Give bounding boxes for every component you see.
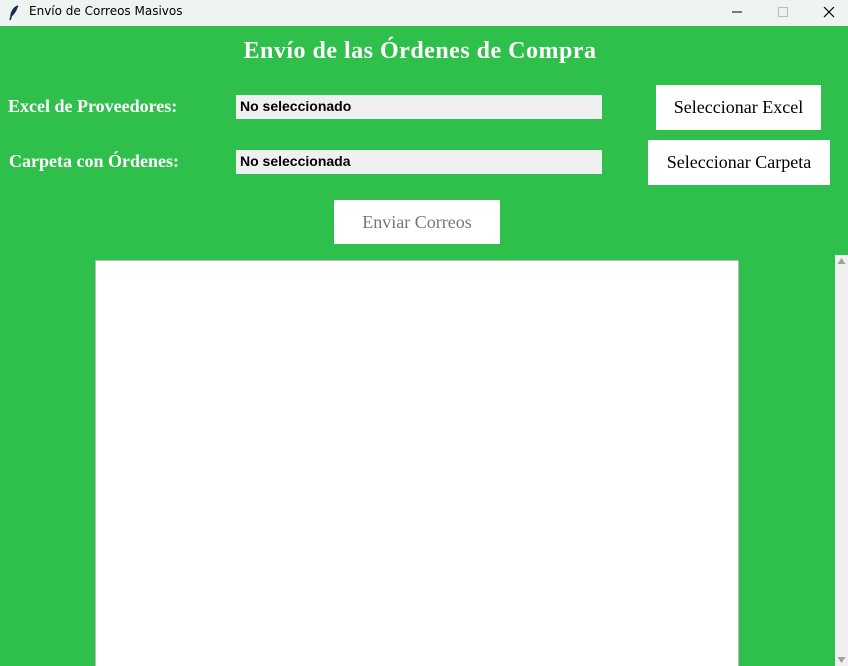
folder-path-display: No seleccionada: [236, 150, 602, 174]
log-textarea[interactable]: [95, 260, 739, 666]
scroll-up-arrow-icon[interactable]: [837, 257, 846, 265]
send-emails-button[interactable]: Enviar Correos: [334, 200, 500, 244]
folder-label: Carpeta con Órdenes:: [9, 151, 179, 171]
select-folder-button[interactable]: Seleccionar Carpeta: [648, 140, 830, 185]
scroll-down-arrow-icon[interactable]: [837, 656, 846, 664]
minimize-button[interactable]: [714, 0, 760, 26]
window-titlebar: Envío de Correos Masivos: [0, 0, 848, 26]
window-title: Envío de Correos Masivos: [29, 4, 183, 18]
minimize-icon: [732, 11, 742, 13]
excel-label: Excel de Proveedores:: [8, 96, 178, 116]
close-button[interactable]: [806, 0, 848, 26]
maximize-button[interactable]: [760, 0, 806, 26]
feather-icon: [8, 5, 20, 21]
excel-path-display: No seleccionado: [236, 95, 602, 119]
close-icon: [823, 7, 835, 18]
vertical-scrollbar[interactable]: [835, 255, 848, 666]
page-title: Envío de las Órdenes de Compra: [243, 38, 597, 64]
select-excel-button[interactable]: Seleccionar Excel: [656, 85, 821, 130]
maximize-icon: [778, 7, 788, 17]
